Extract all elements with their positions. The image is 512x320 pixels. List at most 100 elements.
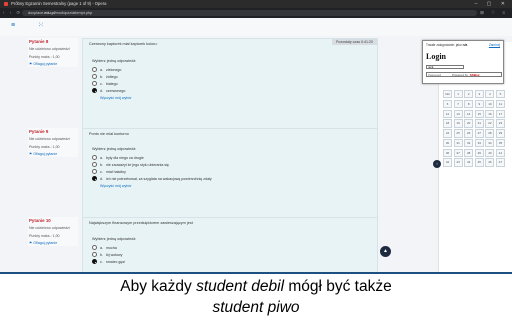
flag-question-link[interactable]: ⚑ Oflaguj pytanie bbox=[29, 62, 77, 66]
extension-icons[interactable]: ⊞ ♡ ≡ bbox=[480, 8, 508, 18]
radio-icon[interactable] bbox=[92, 259, 97, 264]
quiz-nav-button[interactable]: Info bbox=[443, 90, 452, 99]
nav-arrows-icon[interactable]: ‹ › ⟳ bbox=[3, 8, 22, 18]
window-controls[interactable]: – ▢ ✕ bbox=[475, 0, 509, 8]
quiz-nav-button[interactable]: 31 bbox=[453, 138, 463, 148]
url-field[interactable]: docplace.edu.pl/mod/quiz/attempt.php bbox=[22, 10, 477, 16]
quiz-nav-button[interactable]: 39 bbox=[474, 148, 484, 158]
answer-option[interactable]: b. żółtego bbox=[92, 73, 368, 80]
quiz-nav-button[interactable]: 32 bbox=[464, 138, 474, 148]
quiz-nav-button[interactable]: 41 bbox=[495, 148, 505, 158]
quiz-nav-button[interactable]: 14 bbox=[464, 109, 474, 118]
quiz-nav-button[interactable]: 36 bbox=[443, 148, 452, 158]
answer-option[interactable]: a. były dla niego za drogie bbox=[92, 154, 368, 161]
caption-line-2: student piwo bbox=[212, 299, 300, 316]
login-title: Login bbox=[426, 52, 447, 61]
quiz-nav-button[interactable]: 7 bbox=[453, 99, 463, 109]
scroll-up-icon[interactable]: ▲ bbox=[380, 246, 391, 257]
quiz-nav-button[interactable]: 30 bbox=[443, 138, 452, 148]
quiz-nav-button[interactable]: 11 bbox=[495, 99, 505, 109]
quiz-nav-button[interactable]: 25 bbox=[453, 129, 463, 138]
flag-question-link[interactable]: ⚑ Oflaguj pytanie bbox=[29, 241, 77, 245]
quiz-nav-button[interactable]: 22 bbox=[485, 119, 495, 128]
quiz-nav-button[interactable]: 20 bbox=[464, 119, 474, 128]
quiz-nav-button[interactable]: 45 bbox=[474, 158, 484, 167]
flag-question-link[interactable]: ⚑ Oflaguj pytanie bbox=[29, 152, 77, 156]
login-popup: Trwałe zalogowanie: jakon/a Zamknij Logi… bbox=[422, 40, 504, 84]
close-popup-link[interactable]: Zamknij bbox=[489, 43, 500, 47]
quiz-nav-button[interactable]: 1 bbox=[453, 90, 463, 99]
answer-instruction: Wybierz jedną odpowiedź: bbox=[92, 237, 137, 241]
quiz-nav-button[interactable]: 33 bbox=[474, 138, 484, 148]
quiz-nav-button[interactable]: 44 bbox=[464, 158, 474, 167]
menu-icon[interactable]: ≡ bbox=[11, 22, 15, 29]
radio-icon[interactable] bbox=[92, 67, 97, 72]
quiz-nav-button[interactable]: 40 bbox=[485, 148, 495, 158]
ssbox-logo: SSBox bbox=[469, 73, 480, 77]
answer-box: Wybierz jedną odpowiedź: a. zielonego b. ż… bbox=[89, 56, 371, 104]
quiz-nav-button[interactable]: 12 bbox=[443, 109, 452, 118]
clear-choice-link[interactable]: Wyczyść mój wybór bbox=[100, 184, 368, 188]
question-card-10: Największym finansowym przedsiębiorem za… bbox=[82, 217, 378, 272]
radio-icon[interactable] bbox=[92, 245, 97, 250]
quiz-nav-button[interactable]: 42 bbox=[443, 158, 452, 167]
quiz-nav-button[interactable]: 47 bbox=[495, 158, 505, 167]
radio-icon[interactable] bbox=[92, 176, 97, 181]
answer-instruction: Wybierz jedną odpowiedź: bbox=[92, 147, 137, 151]
answer-option[interactable]: d. czerwonego bbox=[92, 87, 368, 94]
radio-icon[interactable] bbox=[92, 81, 97, 86]
quiz-nav-button[interactable]: 37 bbox=[453, 148, 463, 158]
quiz-nav-button[interactable]: 26 bbox=[464, 129, 474, 138]
quiz-nav-button[interactable]: 8 bbox=[464, 99, 474, 109]
quiz-nav-button[interactable]: 27 bbox=[474, 129, 484, 138]
quiz-nav-button[interactable]: 6 bbox=[443, 99, 452, 109]
answer-option[interactable]: a. mucha bbox=[92, 244, 368, 251]
radio-icon[interactable] bbox=[92, 88, 97, 93]
radio-icon[interactable] bbox=[92, 252, 97, 257]
password-field[interactable]: Password Powered by SSBox bbox=[426, 72, 502, 77]
quiz-nav-button[interactable]: 15 bbox=[474, 109, 484, 118]
quiz-nav-button[interactable]: 17 bbox=[495, 109, 505, 118]
answer-option[interactable]: c. białego bbox=[92, 80, 368, 87]
answer-option[interactable]: d. ich nie potrzebował, za szyglata na wa… bbox=[92, 175, 368, 182]
quiz-nav-button[interactable]: 28 bbox=[485, 129, 495, 138]
drawer-close-icon[interactable]: › bbox=[433, 160, 441, 168]
clear-choice-link[interactable]: Wyczyść mój wybór bbox=[100, 96, 368, 100]
username-field[interactable]: nick bbox=[426, 65, 464, 69]
quiz-nav-button[interactable]: 46 bbox=[485, 158, 495, 167]
answer-option[interactable]: b. nie zauważył że jego stylu ubierania s… bbox=[92, 161, 368, 168]
question-status: Nie udzielono odpowiedzi bbox=[29, 137, 70, 141]
quiz-nav-button[interactable]: 38 bbox=[464, 148, 474, 158]
quiz-nav-button[interactable]: 2 bbox=[464, 90, 474, 99]
quiz-nav-button[interactable]: 19 bbox=[453, 119, 463, 128]
quiz-nav-button[interactable]: 35 bbox=[495, 138, 505, 148]
meme-caption: Aby każdy student debil mógł być także s… bbox=[0, 274, 512, 320]
quiz-nav-button[interactable]: 21 bbox=[474, 119, 484, 128]
answer-option[interactable]: a. zielonego bbox=[92, 66, 368, 73]
quiz-nav-button[interactable]: 4 bbox=[485, 90, 495, 99]
question-card-9: Ponto nie miał kontorno Wybierz jedną od… bbox=[82, 128, 378, 221]
answer-option[interactable]: b. łój wołowy bbox=[92, 251, 368, 258]
quiz-nav-button[interactable]: 9 bbox=[474, 99, 484, 109]
quiz-nav-button[interactable]: 13 bbox=[453, 109, 463, 118]
answer-box: Wybierz jedną odpowiedź: a. mucha b. łój w… bbox=[89, 234, 371, 269]
radio-icon[interactable] bbox=[92, 74, 97, 79]
quiz-nav-button[interactable]: 3 bbox=[474, 90, 484, 99]
question-info-10: Pytanie 10 Nie udzielono odpowiedzi Punk… bbox=[28, 217, 78, 246]
caption-line-1: Aby każdy student debil mógł być także bbox=[120, 278, 392, 295]
quiz-nav-button[interactable]: 34 bbox=[485, 138, 495, 148]
quiz-nav-button[interactable]: 10 bbox=[485, 99, 495, 109]
quiz-nav-button[interactable]: 29 bbox=[495, 129, 505, 138]
answer-option[interactable]: c. smalec gęsi bbox=[92, 258, 368, 265]
quiz-nav-button[interactable]: 16 bbox=[485, 109, 495, 118]
quiz-nav-button[interactable]: 23 bbox=[495, 119, 505, 128]
quiz-nav-button[interactable]: 24 bbox=[443, 129, 452, 138]
grid-icon[interactable]: ⁙ bbox=[38, 22, 44, 29]
quiz-nav-button[interactable]: 5 bbox=[495, 90, 505, 99]
radio-icon[interactable] bbox=[92, 155, 97, 160]
answer-option[interactable]: c. miał hakdiny bbox=[92, 168, 368, 175]
quiz-nav-button[interactable]: 43 bbox=[453, 158, 463, 167]
quiz-nav-button[interactable]: 18 bbox=[443, 119, 452, 128]
radio-icon[interactable] bbox=[92, 169, 97, 174]
radio-icon[interactable] bbox=[92, 162, 97, 167]
